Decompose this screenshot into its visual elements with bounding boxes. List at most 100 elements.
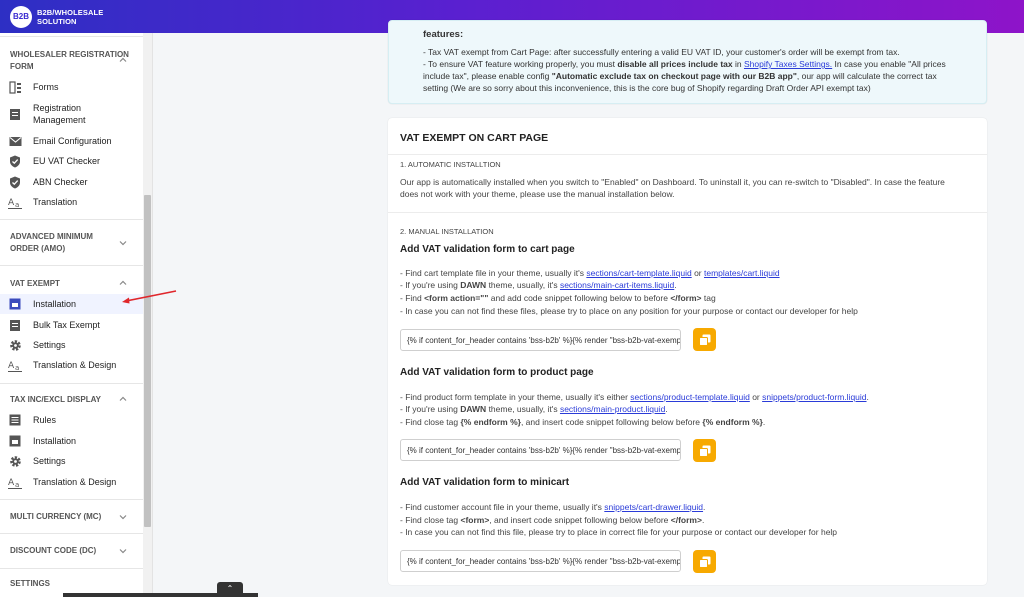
document-icon bbox=[8, 318, 22, 332]
translation-icon: Aa bbox=[8, 358, 22, 372]
note-line: setting (We are so sorry about this inco… bbox=[423, 83, 871, 93]
divider bbox=[0, 383, 144, 384]
instruction-line: - If you're using DAWN theme, usually, i… bbox=[400, 404, 668, 414]
note-heading: features: bbox=[423, 29, 464, 40]
sidebar-item-label: Settings bbox=[33, 456, 66, 466]
sidebar-item-label: Forms bbox=[33, 82, 59, 92]
sidebar-item-label: Bulk Tax Exempt bbox=[33, 320, 100, 330]
gear-icon bbox=[8, 454, 22, 468]
shield-check-icon bbox=[8, 154, 22, 168]
auto-install-text: does not work with your theme, please us… bbox=[400, 189, 675, 199]
logo-text: B2B/WHOLESALE SOLUTION bbox=[37, 8, 103, 26]
sidebar-item-label: Email Configuration bbox=[33, 136, 112, 146]
auto-install-text: Our app is automatically installed when … bbox=[400, 177, 945, 187]
email-icon bbox=[8, 134, 22, 148]
divider bbox=[0, 219, 144, 220]
sidebar-item-vat-translation-design[interactable]: Aa Translation & Design bbox=[0, 355, 144, 375]
section-settings[interactable]: SETTINGS bbox=[10, 578, 130, 590]
section-multi-currency[interactable]: MULTI CURRENCY (MC) bbox=[10, 511, 130, 523]
shield-check-icon bbox=[8, 175, 22, 189]
sidebar: WHOLESALER REGISTRATION FORM Forms Regis… bbox=[0, 33, 153, 597]
svg-text:a: a bbox=[15, 481, 19, 489]
cart-drawer-link[interactable]: snippets/cart-drawer.liquid bbox=[604, 502, 703, 512]
sidebar-item-label: Translation & Design bbox=[33, 360, 117, 370]
chevron-up-icon[interactable] bbox=[118, 278, 128, 288]
sidebar-item-label: Translation bbox=[33, 197, 78, 207]
copy-icon bbox=[698, 445, 710, 457]
chevron-up-icon[interactable] bbox=[118, 55, 128, 65]
chevron-down-icon[interactable] bbox=[118, 546, 128, 556]
sidebar-item-registration-management[interactable]: Registration Management bbox=[0, 99, 144, 129]
sidebar-item-abn-checker[interactable]: ABN Checker bbox=[0, 172, 144, 192]
sidebar-item-label: Installation bbox=[33, 299, 77, 309]
svg-text:A: A bbox=[8, 478, 15, 488]
instruction-line: - Find cart template file in your theme,… bbox=[400, 268, 780, 278]
sidebar-item-tax-translation-design[interactable]: Aa Translation & Design bbox=[0, 472, 144, 492]
sidebar-item-label: Settings bbox=[33, 340, 66, 350]
sidebar-item-tax-installation[interactable]: Installation bbox=[0, 431, 144, 451]
sidebar-item-label: Rules bbox=[33, 415, 57, 425]
note-line: include tax", please enable config "Auto… bbox=[423, 71, 937, 81]
section-advanced-minimum-order[interactable]: ADVANCED MINIMUM ORDER (AMO) bbox=[10, 231, 110, 255]
instruction-line: - Find customer account file in your the… bbox=[400, 502, 706, 512]
instruction-line: - Find <form action="" and add code snip… bbox=[400, 293, 716, 303]
main-cart-items-link[interactable]: sections/main-cart-items.liquid bbox=[560, 280, 674, 290]
chevron-down-icon[interactable] bbox=[118, 512, 128, 522]
sidebar-item-label: Installation bbox=[33, 436, 77, 446]
divider bbox=[0, 265, 144, 266]
chevron-down-icon[interactable] bbox=[118, 238, 128, 248]
sidebar-item-forms[interactable]: Forms bbox=[0, 77, 144, 97]
minicart-code-snippet-input[interactable]: {% if content_for_header contains 'bss-b… bbox=[400, 550, 681, 572]
copy-icon bbox=[698, 556, 710, 568]
svg-text:A: A bbox=[8, 361, 15, 371]
product-template-link[interactable]: sections/product-template.liquid bbox=[630, 392, 750, 402]
divider bbox=[0, 568, 144, 569]
main-product-link[interactable]: sections/main-product.liquid bbox=[560, 404, 665, 414]
product-code-snippet-input[interactable]: {% if content_for_header contains 'bss-b… bbox=[400, 439, 681, 461]
list-icon bbox=[8, 413, 22, 427]
instruction-line: - In case you can not find this file, pl… bbox=[400, 527, 838, 537]
installation-icon bbox=[8, 297, 22, 311]
sidebar-item-bulk-tax-exempt[interactable]: Bulk Tax Exempt bbox=[0, 315, 144, 335]
sidebar-item-tax-settings[interactable]: Settings bbox=[0, 451, 144, 471]
divider bbox=[388, 212, 987, 213]
manual-install-heading: 2. MANUAL INSTALLATION bbox=[400, 227, 494, 236]
sidebar-item-eu-vat-checker[interactable]: EU VAT Checker bbox=[0, 151, 144, 171]
minicart-section-title: Add VAT validation form to minicart bbox=[400, 477, 570, 488]
sidebar-item-translation[interactable]: Aa Translation bbox=[0, 192, 144, 212]
page-title: VAT EXEMPT ON CART PAGE bbox=[400, 132, 549, 144]
svg-text:A: A bbox=[8, 198, 15, 208]
copy-product-snippet-button[interactable] bbox=[693, 439, 716, 462]
shopify-taxes-settings-link[interactable]: Shopify Taxes Settings. bbox=[744, 59, 832, 69]
cart-code-snippet-input[interactable]: {% if content_for_header contains 'bss-b… bbox=[400, 329, 681, 351]
copy-minicart-snippet-button[interactable] bbox=[693, 550, 716, 573]
copy-icon bbox=[698, 334, 710, 346]
divider bbox=[0, 499, 144, 500]
bottom-bar-toggle[interactable]: ⌃ bbox=[217, 582, 243, 594]
svg-text:a: a bbox=[15, 364, 19, 372]
section-discount-code[interactable]: DISCOUNT CODE (DC) bbox=[10, 545, 130, 557]
templates-cart-link[interactable]: templates/cart.liquid bbox=[704, 268, 780, 278]
sidebar-item-rules[interactable]: Rules bbox=[0, 410, 144, 430]
copy-cart-snippet-button[interactable] bbox=[693, 328, 716, 351]
sidebar-item-label: ABN Checker bbox=[33, 177, 88, 187]
section-wholesaler-registration[interactable]: WHOLESALER REGISTRATION FORM bbox=[10, 49, 130, 73]
chevron-up-icon[interactable] bbox=[118, 394, 128, 404]
sidebar-item-vat-settings[interactable]: Settings bbox=[0, 335, 144, 355]
divider bbox=[388, 154, 987, 155]
translation-icon: Aa bbox=[8, 195, 22, 209]
sidebar-scrollbar-thumb[interactable] bbox=[144, 195, 151, 527]
product-form-link[interactable]: snippets/product-form.liquid bbox=[762, 392, 866, 402]
instruction-line: - If you're using DAWN theme, usually, i… bbox=[400, 280, 677, 290]
cart-section-title: Add VAT validation form to cart page bbox=[400, 244, 575, 255]
logo-line1: B2B/WHOLESALE bbox=[37, 7, 104, 17]
auto-install-heading: 1. AUTOMATIC INSTALLTION bbox=[400, 160, 501, 169]
features-note: features: - Tax VAT exempt from Cart Pag… bbox=[388, 20, 987, 104]
section-tax-inc-excl-display[interactable]: TAX INC/EXCL DISPLAY bbox=[10, 394, 130, 406]
divider bbox=[0, 36, 144, 37]
section-vat-exempt[interactable]: VAT EXEMPT bbox=[10, 278, 130, 290]
sidebar-item-email-configuration[interactable]: Email Configuration bbox=[0, 131, 144, 151]
note-line: - To ensure VAT feature working properly… bbox=[423, 59, 946, 69]
cart-template-link[interactable]: sections/cart-template.liquid bbox=[586, 268, 691, 278]
instruction-line: - Find close tag <form>, and insert code… bbox=[400, 515, 705, 525]
